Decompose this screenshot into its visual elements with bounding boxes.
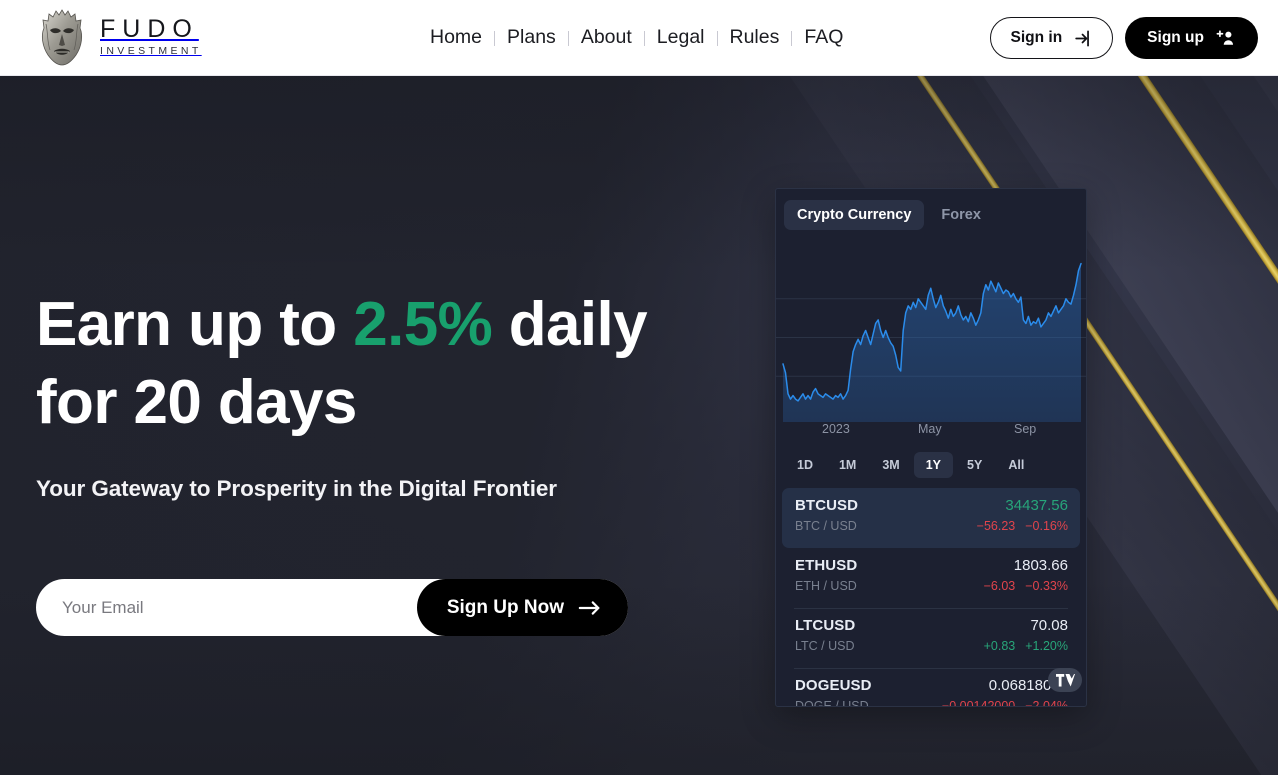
cta-label: Sign Up Now <box>446 596 564 618</box>
table-row[interactable]: BTCUSD 34437.56 BTC / USD −56.23 −0.16% <box>782 488 1080 548</box>
tradingview-logo-icon[interactable] <box>1048 668 1082 692</box>
ticker-description: ETH / USD <box>795 579 857 593</box>
hero-title-line2: for 20 days <box>36 368 357 437</box>
widget-tabs: Crypto Currency Forex <box>776 189 1086 236</box>
tradingview-widget: Crypto Currency Forex 2023 May Sep 1D 1M… <box>775 188 1087 707</box>
ticker-symbol: ETHUSD <box>795 557 858 574</box>
ticker-symbol: LTCUSD <box>795 617 856 634</box>
range-3m[interactable]: 3M <box>870 452 911 478</box>
nav-item-about[interactable]: About <box>569 28 644 48</box>
ticker-change-pct: −0.33% <box>1025 579 1068 593</box>
ticker-change-pct: +1.20% <box>1025 639 1068 653</box>
ticker-description: BTC / USD <box>795 519 857 533</box>
signup-form: Sign Up Now <box>36 579 628 636</box>
page-root: FUDO INVESTMENT Home Plans About Legal R… <box>0 0 1278 775</box>
nav-item-plans[interactable]: Plans <box>495 28 568 48</box>
nav-item-legal[interactable]: Legal <box>645 28 717 48</box>
range-1y[interactable]: 1Y <box>913 452 954 478</box>
nav-item-home[interactable]: Home <box>418 28 494 48</box>
range-1m[interactable]: 1M <box>827 452 868 478</box>
chart-area-fill <box>783 263 1081 422</box>
ticker-change-pct: −0.16% <box>1025 519 1068 533</box>
sign-up-button[interactable]: Sign up <box>1125 17 1258 59</box>
ticker-symbol: BTCUSD <box>795 497 859 514</box>
table-row[interactable]: DOGEUSD 0.06818000 DOGE / USD −0.0014200… <box>782 668 1080 707</box>
chart-range-selector: 1D 1M 3M 1Y 5Y All <box>776 446 1086 488</box>
x-tick-label: Sep <box>1014 422 1037 436</box>
site-header: FUDO INVESTMENT Home Plans About Legal R… <box>0 0 1278 76</box>
ticker-description: DOGE / USD <box>795 699 869 707</box>
ticker-change-abs: +0.83 <box>983 639 1016 653</box>
ticker-change-abs: −6.03 <box>983 579 1016 593</box>
login-arrow-icon <box>1075 30 1090 46</box>
person-plus-icon <box>1216 30 1234 45</box>
brand-logo[interactable]: FUDO INVESTMENT <box>38 6 202 68</box>
ticker-price: 70.08 <box>1030 617 1068 634</box>
hero-copy: Earn up to 2.5% daily for 20 days Your G… <box>36 286 676 502</box>
ticker-change-pct: −2.04% <box>1025 699 1068 707</box>
ticker-change: −6.03 −0.33% <box>984 579 1068 593</box>
ticker-symbol: DOGEUSD <box>795 677 872 694</box>
sign-in-button[interactable]: Sign in <box>989 17 1114 59</box>
sign-up-label: Sign up <box>1147 29 1204 46</box>
samurai-mask-icon <box>41 9 83 66</box>
x-tick-label: May <box>918 422 942 436</box>
ticker-change: +0.83 +1.20% <box>984 639 1068 653</box>
tab-forex[interactable]: Forex <box>928 200 994 230</box>
hero-subtitle: Your Gateway to Prosperity in the Digita… <box>36 476 557 501</box>
range-all[interactable]: All <box>996 452 1036 478</box>
ticker-list: BTCUSD 34437.56 BTC / USD −56.23 −0.16% … <box>776 488 1086 707</box>
chart-x-axis: 2023 May Sep <box>786 422 1076 446</box>
ticker-price: 34437.56 <box>1005 497 1068 514</box>
hero-title-part2: daily <box>492 290 648 359</box>
nav-item-rules[interactable]: Rules <box>718 28 792 48</box>
sign-up-now-button[interactable]: Sign Up Now <box>416 579 628 636</box>
brand-title: FUDO <box>100 14 199 43</box>
tab-crypto-currency[interactable]: Crypto Currency <box>784 200 925 230</box>
main-nav: Home Plans About Legal Rules FAQ <box>418 0 855 76</box>
arrow-right-icon <box>578 600 600 615</box>
nav-item-faq[interactable]: FAQ <box>792 28 855 48</box>
email-input[interactable] <box>36 579 419 636</box>
chart-canvas <box>776 262 1086 422</box>
price-chart[interactable] <box>776 236 1086 422</box>
ticker-change-abs: −0.00142000 <box>941 699 1016 707</box>
range-5y[interactable]: 5Y <box>955 452 994 478</box>
hero-title-part1: Earn up to <box>36 290 354 359</box>
page-title: Earn up to 2.5% daily for 20 days <box>36 286 676 442</box>
brand-subtitle: INVESTMENT <box>100 44 202 57</box>
x-tick-label: 2023 <box>822 422 850 436</box>
hero-title-accent: 2.5% <box>353 290 493 359</box>
range-1d[interactable]: 1D <box>785 452 825 478</box>
sign-in-label: Sign in <box>1010 29 1063 46</box>
auth-actions: Sign in Sign up <box>989 17 1258 59</box>
tradingview-glyph <box>1055 673 1075 687</box>
ticker-change: −56.23 −0.16% <box>977 519 1068 533</box>
ticker-description: LTC / USD <box>795 639 855 653</box>
table-row[interactable]: LTCUSD 70.08 LTC / USD +0.83 +1.20% <box>782 608 1080 668</box>
ticker-change: −0.00142000 −2.04% <box>941 699 1068 707</box>
table-row[interactable]: ETHUSD 1803.66 ETH / USD −6.03 −0.33% <box>782 548 1080 608</box>
ticker-change-abs: −56.23 <box>976 519 1016 533</box>
ticker-price: 1803.66 <box>1013 557 1068 574</box>
